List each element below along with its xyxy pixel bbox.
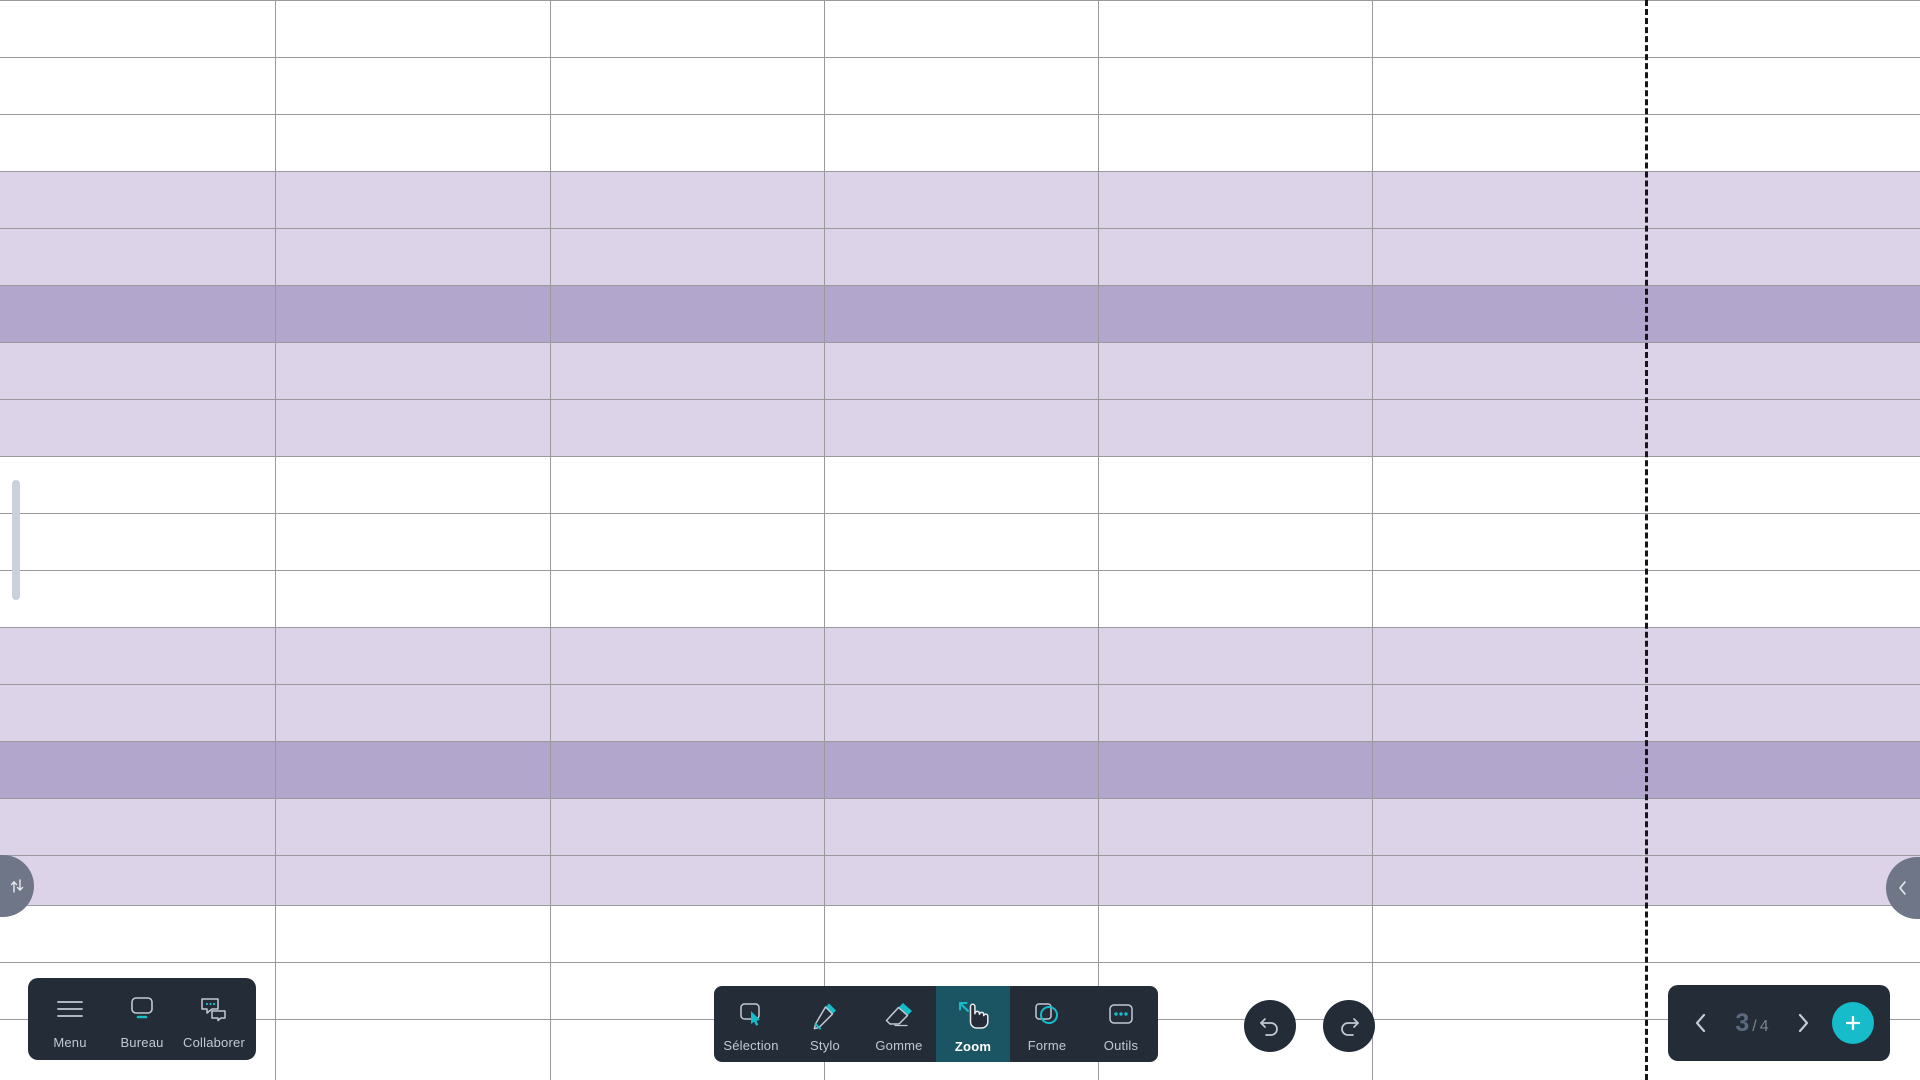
redo-arrow-icon [1341, 1018, 1359, 1036]
menu-item-label: Collaborer [183, 1035, 245, 1050]
grid-row [0, 905, 1920, 962]
tool-zoom[interactable]: Zoom [936, 986, 1010, 1062]
vertical-scrollbar-thumb[interactable] [12, 480, 20, 600]
tool-outils[interactable]: Outils [1084, 986, 1158, 1062]
shape-circle-square-icon [1031, 999, 1063, 1030]
tool-label: Stylo [810, 1038, 840, 1053]
page-navigator: 3 / 4 [1668, 985, 1890, 1061]
grid-row [0, 0, 1920, 57]
tool-gomme[interactable]: Gomme [862, 986, 936, 1062]
selection-cursor-icon [735, 999, 767, 1030]
grid-row [0, 684, 1920, 741]
tool-forme[interactable]: Forme [1010, 986, 1084, 1062]
tool-selection[interactable]: Sélection [714, 986, 788, 1062]
tool-label: Gomme [875, 1038, 923, 1053]
grid-row [0, 342, 1920, 399]
grid-line-horizontal [0, 513, 1920, 514]
grid-line-horizontal [0, 962, 1920, 963]
grid-line-horizontal [0, 114, 1920, 115]
add-page-button[interactable] [1832, 1002, 1874, 1044]
grid-row [0, 513, 1920, 570]
previous-page-button[interactable] [1684, 1003, 1718, 1043]
grid-row [0, 114, 1920, 171]
next-page-button[interactable] [1786, 1003, 1820, 1043]
whiteboard-canvas[interactable] [0, 0, 1920, 1080]
tool-stylo[interactable]: Stylo [788, 986, 862, 1062]
chat-bubbles-icon [198, 991, 230, 1027]
tool-label: Sélection [723, 1038, 779, 1053]
undo-button[interactable] [1244, 1000, 1296, 1052]
chevron-left-icon [1695, 1013, 1706, 1033]
page-indicator: 3 / 4 [1726, 1009, 1778, 1038]
menu-item-label: Menu [53, 1035, 87, 1050]
undo-arrow-icon [1260, 1018, 1278, 1036]
whiteboard-app: Menu Bureau Collaborer Sélection Stylo G… [0, 0, 1920, 1080]
grid-line-horizontal [0, 798, 1920, 799]
drawing-toolbar: Sélection Stylo Gomme Zoom Forme Outils [714, 986, 1158, 1062]
grid-line-horizontal [0, 228, 1920, 229]
grid-line-horizontal [0, 905, 1920, 906]
tool-label: Zoom [954, 1039, 992, 1054]
grid-line-vertical [1372, 0, 1373, 1080]
chevron-left-icon [1899, 881, 1906, 895]
collapse-arrows-icon [10, 879, 24, 893]
tool-label: Forme [1027, 1038, 1067, 1053]
grid-row [0, 798, 1920, 855]
grid-line-horizontal [0, 342, 1920, 343]
current-page-number: 3 [1735, 1008, 1750, 1037]
grid-row [0, 228, 1920, 285]
menu-bar: Menu Bureau Collaborer [28, 978, 256, 1060]
dashed-page-guide [1645, 0, 1648, 1080]
grid-row [0, 855, 1920, 905]
grid-line-horizontal [0, 285, 1920, 286]
grid-line-horizontal [0, 741, 1920, 742]
grid-line-horizontal [0, 0, 1920, 1]
grid-row [0, 285, 1920, 342]
grid-row [0, 171, 1920, 228]
tool-label: Outils [1103, 1038, 1139, 1053]
redo-button[interactable] [1323, 1000, 1375, 1052]
grid-row [0, 627, 1920, 684]
grid-line-horizontal [0, 684, 1920, 685]
grid-line-vertical [824, 0, 825, 1080]
grid-line-horizontal [0, 570, 1920, 571]
grid-line-horizontal [0, 456, 1920, 457]
grid-line-vertical [275, 0, 276, 1080]
grid-line-vertical [1098, 0, 1099, 1080]
total-page-count: 4 [1759, 1017, 1769, 1035]
chevron-right-icon [1798, 1013, 1809, 1033]
menu-item-label: Bureau [120, 1035, 164, 1050]
grid-line-horizontal [0, 171, 1920, 172]
grid-row [0, 741, 1920, 798]
menu-item-menu[interactable]: Menu [34, 978, 106, 1060]
monitor-icon [126, 991, 158, 1027]
grid-line-vertical [550, 0, 551, 1080]
page-separator: / [1752, 1017, 1757, 1035]
grid-row [0, 57, 1920, 114]
grid-line-horizontal [0, 627, 1920, 628]
menu-item-bureau[interactable]: Bureau [106, 978, 178, 1060]
plus-icon [1845, 1015, 1861, 1031]
grid-line-horizontal [0, 855, 1920, 856]
grid-line-horizontal [0, 57, 1920, 58]
eraser-icon [882, 999, 916, 1030]
pencil-icon [809, 999, 841, 1030]
hamburger-menu-icon [55, 991, 85, 1027]
grid-row [0, 399, 1920, 456]
zoom-hand-icon [956, 999, 990, 1031]
grid-row [0, 456, 1920, 513]
menu-item-collaborer[interactable]: Collaborer [178, 978, 250, 1060]
grid-line-horizontal [0, 399, 1920, 400]
grid-row [0, 570, 1920, 627]
more-tools-dots-icon [1106, 999, 1136, 1030]
